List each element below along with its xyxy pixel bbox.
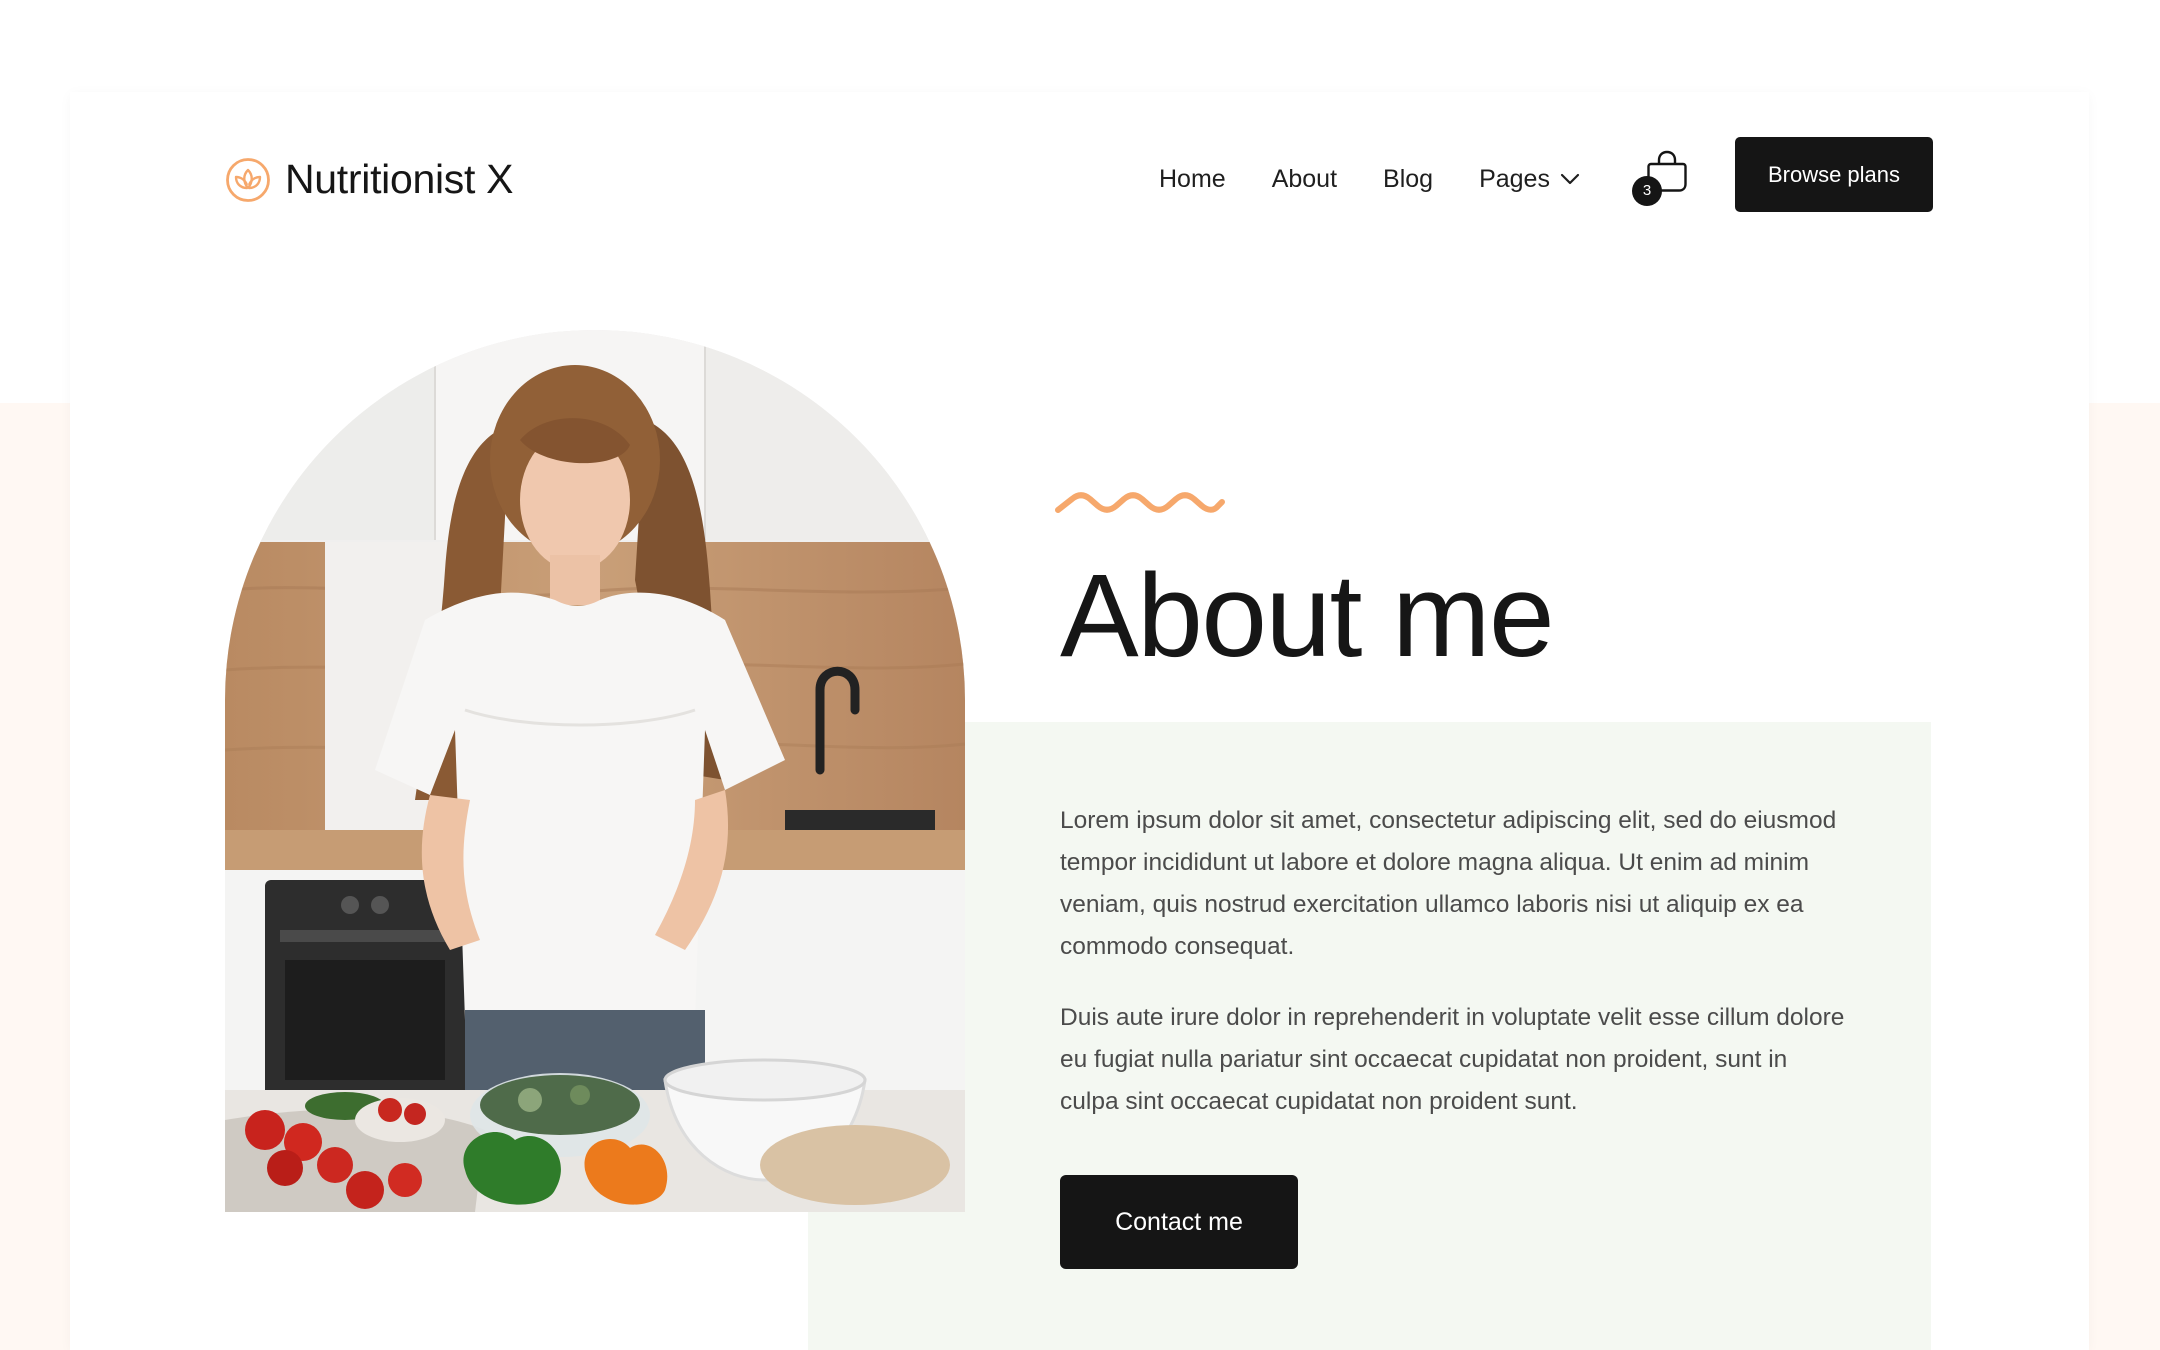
cart-button[interactable]: 3 — [1632, 150, 1690, 206]
nav-about-link[interactable]: About — [1272, 165, 1337, 194]
contact-me-button[interactable]: Contact me — [1060, 1175, 1298, 1269]
woman-preparing-salad-photo — [225, 330, 965, 1212]
page-title: About me — [1060, 550, 1555, 682]
brand-name: Nutritionist X — [285, 156, 514, 202]
nav-home-link[interactable]: Home — [1159, 165, 1226, 194]
chevron-down-icon — [1560, 173, 1580, 185]
nav-blog-link[interactable]: Blog — [1383, 165, 1433, 194]
nav-pages-dropdown[interactable]: Pages — [1479, 165, 1580, 194]
leaf-logo-icon — [226, 157, 270, 202]
brand-logo[interactable]: Nutritionist X — [225, 156, 514, 203]
cart-count-badge: 3 — [1632, 176, 1662, 206]
about-paragraph-2: Duis aute irure dolor in reprehenderit i… — [1060, 1004, 1845, 1115]
main-card: Nutritionist X Home About Blog Pages 3 B… — [70, 92, 2089, 1350]
nav-pages-label: Pages — [1479, 164, 1550, 193]
about-paragraph-1: Lorem ipsum dolor sit amet, consectetur … — [1060, 807, 1837, 960]
main-nav: Home About Blog Pages — [1159, 156, 1580, 202]
zigzag-icon — [1055, 492, 1225, 513]
browse-plans-button[interactable]: Browse plans — [1735, 137, 1933, 212]
